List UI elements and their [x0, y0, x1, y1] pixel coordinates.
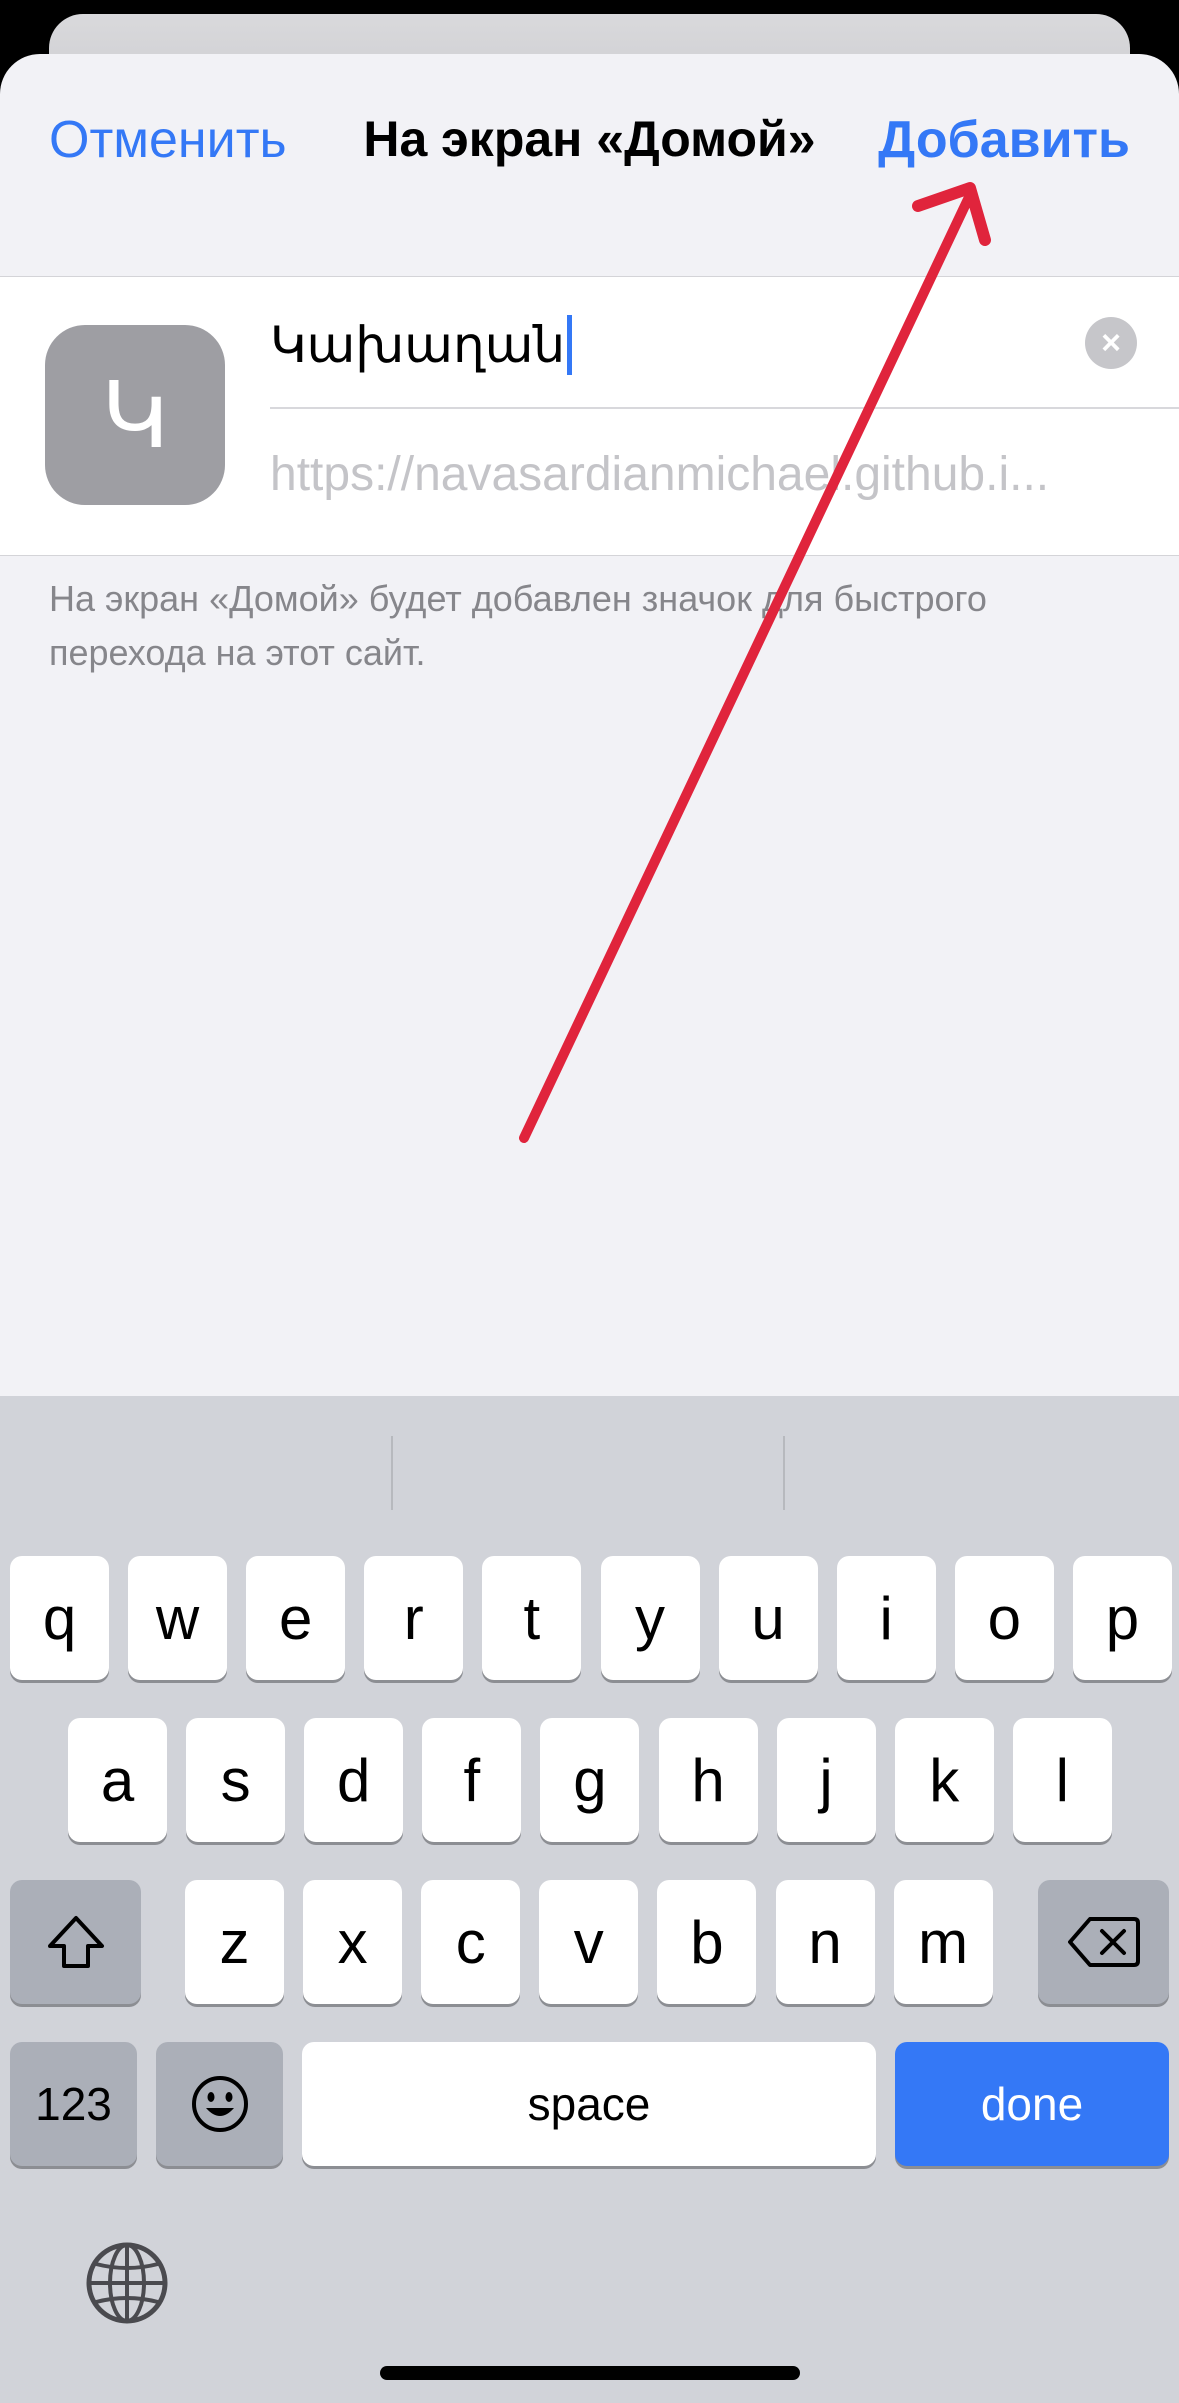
space-key[interactable]: space	[302, 2042, 876, 2166]
url-field: https://navasardianmichael.github.i...	[270, 448, 1050, 501]
key-f[interactable]: f	[422, 1718, 522, 1842]
key-b[interactable]: b	[657, 1880, 757, 2004]
key-r[interactable]: r	[364, 1556, 464, 1680]
numbers-key[interactable]: 123	[10, 2042, 137, 2166]
add-button[interactable]: Добавить	[878, 110, 1130, 170]
key-o[interactable]: o	[954, 1556, 1054, 1680]
name-input-value: Կախաղան	[270, 316, 566, 374]
globe-icon[interactable]	[84, 2240, 170, 2326]
key-g[interactable]: g	[540, 1718, 640, 1842]
emoji-key[interactable]	[156, 2042, 283, 2166]
home-indicator	[380, 2366, 800, 2380]
key-z[interactable]: z	[185, 1880, 284, 2004]
key-e[interactable]: e	[246, 1556, 346, 1680]
name-input[interactable]: Կախաղան	[270, 315, 573, 375]
key-l[interactable]: l	[1012, 1718, 1112, 1842]
key-w[interactable]: w	[128, 1556, 228, 1680]
key-q[interactable]: q	[10, 1556, 109, 1680]
suggestion-divider	[391, 1436, 393, 1510]
name-row: Կախաղան ×	[270, 277, 1179, 409]
key-v[interactable]: v	[539, 1880, 639, 2004]
key-n[interactable]: n	[775, 1880, 875, 2004]
key-d[interactable]: d	[304, 1718, 404, 1842]
key-c[interactable]: c	[421, 1880, 521, 2004]
suggestion-divider	[783, 1436, 785, 1510]
key-t[interactable]: t	[482, 1556, 582, 1680]
done-key[interactable]: done	[895, 2042, 1169, 2166]
key-u[interactable]: u	[718, 1556, 818, 1680]
web-app-icon: Կ	[45, 325, 225, 505]
key-s[interactable]: s	[186, 1718, 286, 1842]
key-h[interactable]: h	[658, 1718, 758, 1842]
clear-icon: ×	[1101, 323, 1121, 362]
backspace-icon	[1067, 1917, 1140, 1967]
key-k[interactable]: k	[894, 1718, 994, 1842]
shift-icon	[47, 1916, 104, 1968]
navigation-bar: Отменить На экран «Домой» Добавить	[0, 54, 1179, 284]
key-p[interactable]: p	[1072, 1556, 1172, 1680]
shift-key[interactable]	[10, 1880, 141, 2004]
clear-text-button[interactable]: ×	[1085, 317, 1137, 369]
key-x[interactable]: x	[303, 1880, 403, 2004]
key-m[interactable]: m	[893, 1880, 993, 2004]
key-y[interactable]: y	[600, 1556, 700, 1680]
key-j[interactable]: j	[776, 1718, 876, 1842]
shortcut-form: Կ Կախաղան × https://navasardianmichael.g…	[0, 276, 1179, 556]
text-cursor	[567, 315, 573, 375]
delete-key[interactable]	[1038, 1880, 1169, 2004]
hint-text: На экран «Домой» будет добавлен значок д…	[49, 578, 987, 673]
key-i[interactable]: i	[836, 1556, 936, 1680]
emoji-icon	[191, 2076, 248, 2132]
key-a[interactable]: a	[68, 1718, 167, 1842]
